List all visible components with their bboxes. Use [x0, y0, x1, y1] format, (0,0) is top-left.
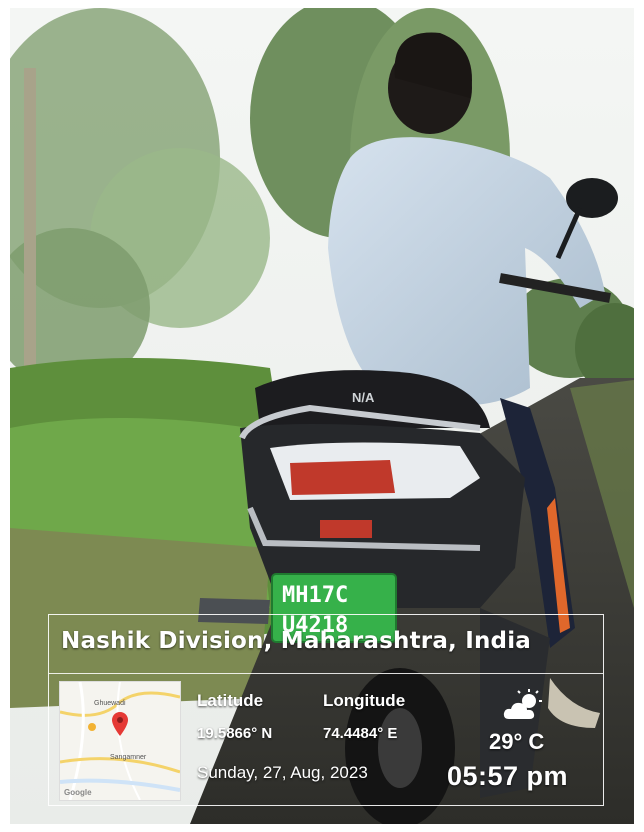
location-title: Nashik Division, Maharashtra, India: [61, 628, 531, 654]
map-place-bottom: Sangamner: [110, 754, 147, 761]
date-text: Sunday, 27, Aug, 2023: [197, 763, 368, 782]
geotagged-photo: N/A MH17C U4218 Nashik Division, Maharas…: [10, 8, 634, 824]
longitude-label: Longitude: [323, 691, 406, 710]
seat-lettering: N/A: [352, 390, 375, 405]
geotag-overlay: Nashik Division, Maharashtra, India Ghue…: [48, 614, 604, 806]
latitude-value: 19.5866° N: [197, 725, 273, 742]
map-pin-icon: [112, 712, 128, 736]
map-place-top: Ghuewadi: [94, 700, 126, 707]
longitude-value: 74.4484° E: [323, 725, 398, 742]
partly-cloudy-icon: [503, 689, 542, 719]
latitude-label: Latitude: [197, 691, 264, 710]
temperature: 29° C: [489, 729, 545, 754]
google-logo: Google: [64, 788, 92, 797]
map-thumbnail: Ghuewadi Sangamner Google: [59, 681, 181, 801]
plate-line-1: MH17C: [282, 583, 348, 608]
overlay-divider: [49, 673, 603, 674]
time-text: 05:57 pm: [447, 761, 569, 791]
